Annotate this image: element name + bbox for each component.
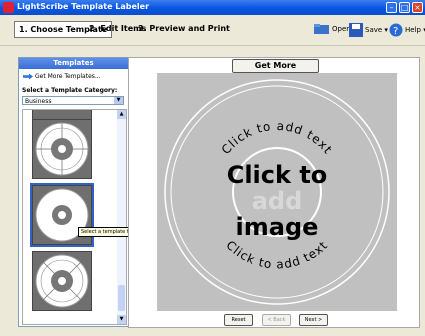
template-preview-image: [35, 254, 89, 308]
get-more-templates-link-label: Get More Templates...: [35, 73, 101, 80]
floppy-disk-icon: [349, 23, 363, 37]
toolbar: 1. Choose Template 2. Edit Items 3. Prev…: [0, 15, 425, 46]
template-thumbnail-4[interactable]: [32, 251, 92, 311]
next-button[interactable]: Next >: [299, 314, 328, 326]
label-preview-panel: Get More Templates... Click to add text …: [128, 57, 420, 328]
reset-button[interactable]: Reset: [224, 314, 253, 326]
get-more-templates-link[interactable]: Get More Templates...: [23, 73, 101, 80]
chevron-down-icon[interactable]: ▼: [114, 97, 123, 104]
save-label: Save: [365, 26, 383, 34]
folder-icon: [314, 24, 329, 34]
get-more-templates-button[interactable]: Get More Templates...: [232, 59, 319, 82]
scrollbar-thumb[interactable]: [118, 285, 125, 311]
open-label: Open: [332, 25, 351, 33]
category-select[interactable]: Business ▼: [22, 96, 124, 105]
save-button[interactable]: Save ▾: [349, 23, 388, 37]
window-title: LightScribe Template Labeler: [17, 2, 150, 11]
image-placeholder-line2: add: [252, 187, 303, 215]
category-label: Select a Template Category:: [22, 87, 118, 94]
template-list-scrollbar[interactable]: ▲ ▼: [117, 110, 126, 324]
templates-header: Templates: [19, 58, 128, 69]
tab-preview-print[interactable]: 3. Preview and Print: [138, 24, 230, 33]
category-value: Business: [25, 98, 52, 105]
help-icon: ?: [389, 23, 403, 37]
help-label: Help: [405, 26, 421, 34]
title-bar: LightScribe Template Labeler – □ ×: [0, 0, 425, 15]
templates-panel: Templates Get More Templates... Select a…: [18, 57, 129, 327]
help-button[interactable]: ? Help ▾: [389, 23, 425, 37]
template-list[interactable]: ▲ ▼: [22, 109, 127, 325]
minimize-button[interactable]: –: [386, 2, 397, 13]
arrow-right-icon: [23, 73, 33, 80]
scroll-up-icon[interactable]: ▲: [117, 110, 126, 119]
label-canvas[interactable]: Click to add text Click to add text Clic…: [157, 73, 397, 311]
disc-preview: Click to add text Click to add text Clic…: [164, 79, 390, 305]
close-button[interactable]: ×: [412, 2, 423, 13]
maximize-button[interactable]: □: [399, 2, 410, 13]
template-thumbnail-2[interactable]: [32, 119, 92, 179]
scroll-down-icon[interactable]: ▼: [117, 315, 126, 324]
image-placeholder-line3: image: [236, 213, 319, 241]
template-preview-image: [35, 122, 89, 176]
svg-text:?: ?: [393, 26, 398, 37]
back-button[interactable]: < Back: [262, 314, 291, 326]
open-button[interactable]: Open: [314, 23, 351, 35]
image-placeholder-line1: Click to: [227, 161, 328, 189]
app-icon: [3, 2, 14, 13]
